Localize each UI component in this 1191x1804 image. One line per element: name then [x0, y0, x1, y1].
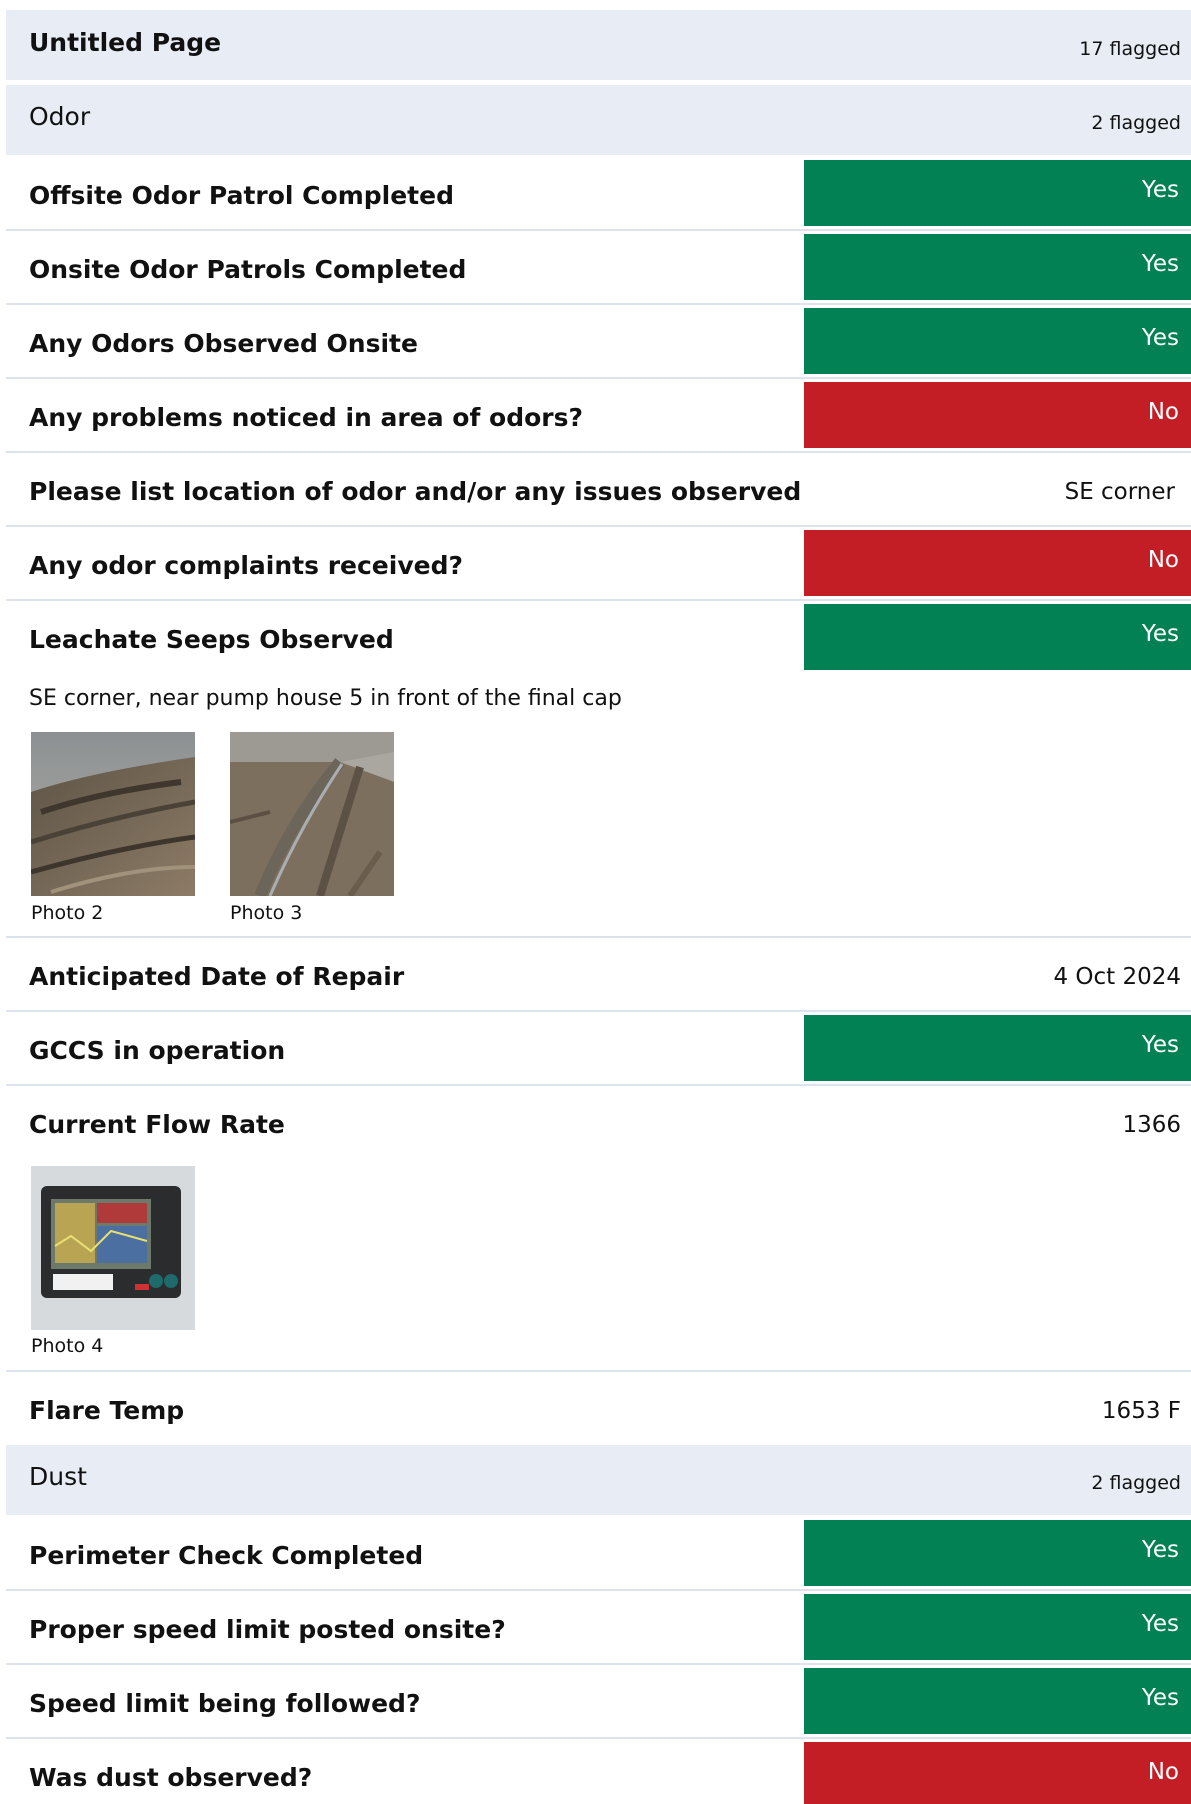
photo-caption: Photo 2: [31, 902, 104, 924]
question-label: Anticipated Date of Repair: [29, 962, 405, 991]
question-label: GCCS in operation: [29, 1036, 286, 1065]
answer-value: Yes: [1141, 1537, 1179, 1563]
question-row[interactable]: Leachate Seeps Observed Yes: [6, 604, 1191, 674]
question-label: Current Flow Rate: [29, 1110, 285, 1139]
row-divider: [6, 451, 1191, 453]
photo-thumbnail[interactable]: [31, 732, 195, 896]
question-row[interactable]: Perimeter Check Completed Yes: [6, 1520, 1191, 1590]
answer-yes-badge: Yes: [804, 234, 1191, 300]
row-divider: [6, 377, 1191, 379]
question-label: Proper speed limit posted onsite?: [29, 1615, 506, 1644]
answer-text: SE corner: [1064, 479, 1175, 505]
answer-yes-badge: Yes: [804, 604, 1191, 670]
answer-yes-badge: Yes: [804, 1015, 1191, 1081]
question-row[interactable]: Speed limit being followed? Yes: [6, 1668, 1191, 1738]
photo-thumbnail[interactable]: [31, 1166, 195, 1330]
answer-value: Yes: [1141, 621, 1179, 647]
question-label: Perimeter Check Completed: [29, 1541, 424, 1570]
question-row[interactable]: GCCS in operation Yes: [6, 1015, 1191, 1085]
question-label: Onsite Odor Patrols Completed: [29, 255, 467, 284]
answer-note: SE corner, near pump house 5 in front of…: [29, 686, 622, 711]
answer-yes-badge: Yes: [804, 1594, 1191, 1660]
question-row[interactable]: Anticipated Date of Repair 4 Oct 2024: [6, 941, 1191, 1011]
question-row[interactable]: Flare Temp 1653 F: [6, 1375, 1191, 1445]
report-page: Untitled Page 17 flagged Odor 2 flagged …: [0, 0, 1191, 1804]
page-title: Untitled Page: [29, 28, 222, 57]
answer-value: Yes: [1141, 1685, 1179, 1711]
question-row[interactable]: Onsite Odor Patrols Completed Yes: [6, 234, 1191, 304]
row-divider: [6, 936, 1191, 938]
answer-value: No: [1147, 547, 1179, 573]
question-label: Please list location of odor and/or any …: [29, 477, 802, 506]
row-divider: [6, 303, 1191, 305]
row-divider: [6, 1737, 1191, 1739]
section-flagged-count-odor: 2 flagged: [1091, 112, 1181, 134]
question-row[interactable]: Current Flow Rate 1366: [6, 1089, 1191, 1159]
answer-yes-badge: Yes: [804, 1668, 1191, 1734]
question-label: Was dust observed?: [29, 1763, 313, 1792]
muddy-track-image: [230, 732, 394, 896]
question-row[interactable]: Any problems noticed in area of odors? N…: [6, 382, 1191, 452]
question-row[interactable]: Any odor complaints received? No: [6, 530, 1191, 600]
row-divider: [6, 1010, 1191, 1012]
answer-text: 1366: [1122, 1112, 1181, 1138]
answer-no-badge: No: [804, 530, 1191, 596]
photo-caption: Photo 4: [31, 1335, 104, 1357]
question-row[interactable]: Was dust observed? No: [6, 1742, 1191, 1804]
page-flagged-count: 17 flagged: [1079, 38, 1181, 60]
question-label: Leachate Seeps Observed: [29, 625, 394, 654]
question-row[interactable]: Proper speed limit posted onsite? Yes: [6, 1594, 1191, 1664]
section-title-dust: Dust: [29, 1462, 87, 1491]
muddy-ground-image: [31, 732, 195, 896]
question-row[interactable]: Offsite Odor Patrol Completed Yes: [6, 160, 1191, 230]
photo-caption: Photo 3: [230, 902, 303, 924]
section-header-dust[interactable]: Dust 2 flagged: [6, 1445, 1191, 1515]
answer-value: No: [1147, 1759, 1179, 1785]
question-label: Flare Temp: [29, 1396, 185, 1425]
photo-thumbnail[interactable]: [230, 732, 394, 896]
row-divider: [6, 1589, 1191, 1591]
answer-value: Yes: [1141, 1032, 1179, 1058]
question-row[interactable]: Any Odors Observed Onsite Yes: [6, 308, 1191, 378]
answer-yes-badge: Yes: [804, 160, 1191, 226]
section-flagged-count-dust: 2 flagged: [1091, 1472, 1181, 1494]
answer-value: Yes: [1141, 251, 1179, 277]
row-divider: [6, 229, 1191, 231]
answer-no-badge: No: [804, 1742, 1191, 1804]
answer-text: 1653 F: [1101, 1398, 1181, 1424]
question-label: Offsite Odor Patrol Completed: [29, 181, 454, 210]
answer-yes-badge: Yes: [804, 308, 1191, 374]
answer-value: Yes: [1141, 1611, 1179, 1637]
flow-meter-display-image: [31, 1166, 195, 1330]
row-divider: [6, 1084, 1191, 1086]
answer-text: 4 Oct 2024: [1053, 964, 1181, 990]
question-label: Any Odors Observed Onsite: [29, 329, 418, 358]
answer-value: Yes: [1141, 177, 1179, 203]
answer-yes-badge: Yes: [804, 1520, 1191, 1586]
row-divider: [6, 1663, 1191, 1665]
section-header-odor[interactable]: Odor 2 flagged: [6, 85, 1191, 155]
page-header[interactable]: Untitled Page 17 flagged: [6, 10, 1191, 80]
question-row[interactable]: Please list location of odor and/or any …: [6, 456, 1191, 526]
row-divider: [6, 525, 1191, 527]
section-title-odor: Odor: [29, 102, 91, 131]
answer-value: Yes: [1141, 325, 1179, 351]
answer-no-badge: No: [804, 382, 1191, 448]
question-label: Speed limit being followed?: [29, 1689, 421, 1718]
row-divider: [6, 599, 1191, 601]
question-label: Any odor complaints received?: [29, 551, 463, 580]
question-label: Any problems noticed in area of odors?: [29, 403, 583, 432]
answer-value: No: [1147, 399, 1179, 425]
row-divider: [6, 1370, 1191, 1372]
